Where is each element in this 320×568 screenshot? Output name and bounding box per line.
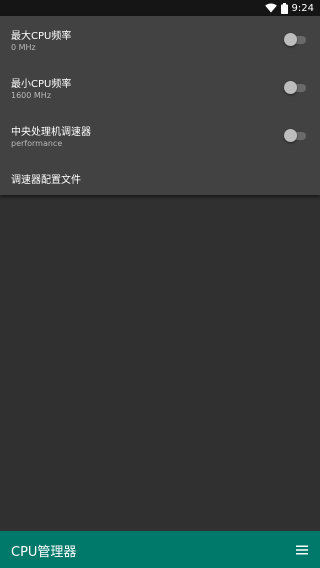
min-frequency-toggle[interactable] — [284, 81, 308, 95]
setting-cpu-governor[interactable]: 中央处理机调速器 performance — [0, 112, 320, 160]
status-bar: 9:24 — [0, 0, 320, 16]
setting-value: performance — [11, 139, 63, 148]
app-title: CPU管理器 — [11, 545, 77, 560]
setting-min-cpu-frequency[interactable]: 最小CPU频率 1600 MHz — [0, 64, 320, 112]
setting-governor-profile[interactable]: 调速器配置文件 — [0, 160, 320, 208]
setting-max-cpu-frequency[interactable]: 最大CPU频率 0 MHz — [0, 16, 320, 64]
wifi-icon — [264, 3, 277, 13]
setting-value: 0 MHz — [11, 43, 36, 52]
setting-value: 1600 MHz — [11, 91, 52, 100]
settings-panel: 最大CPU频率 0 MHz 最小CPU频率 1600 MHz 中央处理机调速器 … — [0, 16, 320, 195]
toggle-thumb — [284, 129, 297, 142]
menu-button[interactable] — [292, 539, 312, 559]
setting-title: 最大CPU频率 — [11, 31, 72, 42]
max-frequency-toggle[interactable] — [284, 33, 308, 47]
bottom-app-bar: CPU管理器 — [0, 531, 320, 568]
toggle-thumb — [284, 81, 297, 94]
toggle-thumb — [284, 33, 297, 46]
battery-icon — [280, 2, 288, 14]
setting-title: 最小CPU频率 — [11, 79, 72, 90]
setting-title: 调速器配置文件 — [11, 175, 81, 186]
hamburger-menu-icon — [296, 540, 308, 559]
status-time: 9:24 — [291, 2, 314, 14]
governor-toggle[interactable] — [284, 129, 308, 143]
status-icons: 9:24 — [264, 0, 314, 16]
setting-title: 中央处理机调速器 — [11, 127, 91, 138]
